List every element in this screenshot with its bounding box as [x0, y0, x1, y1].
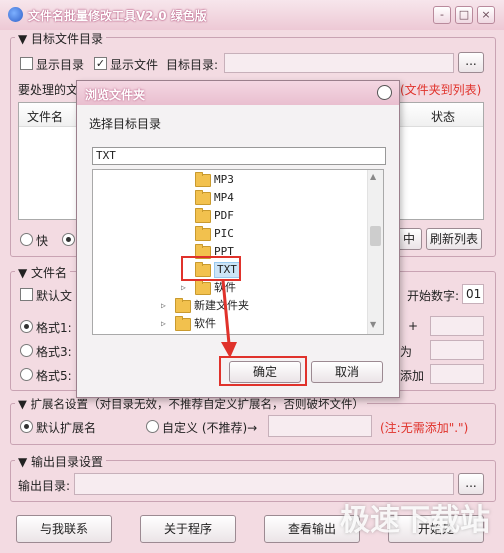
tree-item[interactable]: PIC	[93, 226, 365, 242]
about-button[interactable]: 关于程序	[140, 515, 236, 543]
format-add-input[interactable]	[430, 364, 484, 384]
dialog-prompt: 选择目标目录	[89, 117, 162, 131]
extension-group-title: ▼ 扩展名设置（对目录无效，不推荐自定义扩展名，否则破坏文件）	[15, 396, 367, 412]
tree-item-label: MP3	[214, 173, 234, 186]
tree-scrollbar[interactable]: ▲ ▼	[367, 170, 383, 334]
speed-fast-label: 快	[36, 234, 49, 248]
annotation-arrow	[221, 279, 237, 358]
format-plus-input[interactable]	[430, 316, 484, 336]
tree-item[interactable]: PDF	[93, 208, 365, 224]
folder-icon	[175, 316, 191, 331]
window-title: 文件名批量修改工具V2.0 绿色版	[28, 9, 207, 23]
output-group-title: ▼ 输出目录设置	[15, 453, 107, 470]
file-list-label: 要处理的文	[18, 83, 79, 97]
expand-arrow-icon[interactable]: ▷	[161, 298, 166, 314]
filename-group-title: ▼ 文件名	[15, 264, 71, 281]
format-add-label: 添加	[400, 369, 425, 383]
tree-item[interactable]: MP4	[93, 190, 365, 206]
folder-icon	[195, 226, 211, 241]
speed-fast-radio[interactable]	[20, 233, 33, 246]
tree-item-label: PIC	[214, 227, 234, 240]
folder-icon	[195, 208, 211, 223]
default-ext-radio[interactable]	[20, 420, 33, 433]
maximize-button[interactable]: □	[455, 6, 473, 24]
custom-ext-input[interactable]	[268, 415, 372, 437]
start-number-input[interactable]: 01	[462, 284, 484, 304]
show-files-checkbox[interactable]: ✓	[94, 57, 107, 70]
output-dir-input[interactable]	[74, 473, 454, 495]
folder-path-input[interactable]: TXT	[92, 147, 386, 165]
speed-medium-radio[interactable]	[62, 233, 75, 246]
tree-item-label: MP4	[214, 191, 234, 204]
ext-note: (注:无需添加".")	[380, 421, 469, 435]
dialog-title: 浏览文件夹	[85, 88, 146, 102]
scroll-down-arrow[interactable]: ▼	[370, 320, 376, 329]
dialog-title-bar: 浏览文件夹	[77, 81, 399, 105]
format1-radio[interactable]	[20, 320, 33, 333]
refresh-list-button[interactable]: 刷新列表	[426, 228, 482, 250]
folder-icon	[195, 172, 211, 187]
close-button[interactable]: ×	[477, 6, 495, 24]
default-name-checkbox[interactable]	[20, 288, 33, 301]
title-bar: 文件名批量修改工具V2.0 绿色版 - □ ×	[0, 0, 504, 30]
col-filename[interactable]: 文件名	[27, 108, 63, 125]
format3-label: 格式3:	[36, 345, 72, 359]
format-as-label: 为	[400, 345, 413, 359]
show-dirs-checkbox[interactable]	[20, 57, 33, 70]
expand-arrow-icon[interactable]: ▷	[161, 316, 166, 332]
dialog-cancel-button[interactable]: 取消	[311, 361, 383, 383]
target-dir-label: 目标目录:	[166, 58, 219, 72]
format-plus-label: +	[408, 319, 419, 333]
format3-radio[interactable]	[20, 344, 33, 357]
tree-item-label: 软件	[194, 317, 216, 330]
default-name-label: 默认文	[36, 289, 73, 303]
add-to-list-hint: (文件夹到列表)	[400, 83, 482, 97]
folder-icon	[195, 190, 211, 205]
show-dirs-label: 显示目录	[36, 58, 85, 72]
custom-ext-label: 自定义 (不推荐)→	[162, 421, 258, 435]
format5-radio[interactable]	[20, 368, 33, 381]
start-number-label: 开始数字:	[407, 289, 460, 303]
target-dir-input[interactable]	[224, 53, 454, 73]
custom-ext-radio[interactable]	[146, 420, 159, 433]
target-dir-group-title: ▼ 目标文件目录	[15, 30, 107, 47]
folder-icon	[195, 280, 211, 295]
output-dir-browse-button[interactable]: ...	[458, 473, 484, 495]
output-dir-label: 输出目录:	[18, 479, 71, 493]
minimize-button[interactable]: -	[433, 6, 451, 24]
expand-arrow-icon[interactable]: ▷	[181, 280, 186, 296]
folder-icon	[175, 298, 191, 313]
ok-highlight-box	[219, 356, 307, 386]
watermark: 极速下载站	[340, 503, 490, 538]
tree-item-label: PDF	[214, 209, 234, 222]
app-icon	[8, 7, 23, 22]
format5-label: 格式5:	[36, 369, 72, 383]
default-ext-label: 默认扩展名	[36, 421, 97, 435]
format-as-input[interactable]	[430, 340, 484, 360]
tree-item[interactable]: MP3	[93, 172, 365, 188]
scroll-thumb[interactable]	[370, 226, 381, 246]
dialog-close-icon[interactable]	[377, 85, 392, 100]
target-dir-browse-button[interactable]: ...	[458, 52, 484, 73]
scroll-up-arrow[interactable]: ▲	[370, 172, 376, 181]
format1-label: 格式1:	[36, 321, 72, 335]
contact-button[interactable]: 与我联系	[16, 515, 112, 543]
show-files-label: 显示文件	[110, 58, 159, 72]
col-status[interactable]: 状态	[431, 108, 455, 125]
